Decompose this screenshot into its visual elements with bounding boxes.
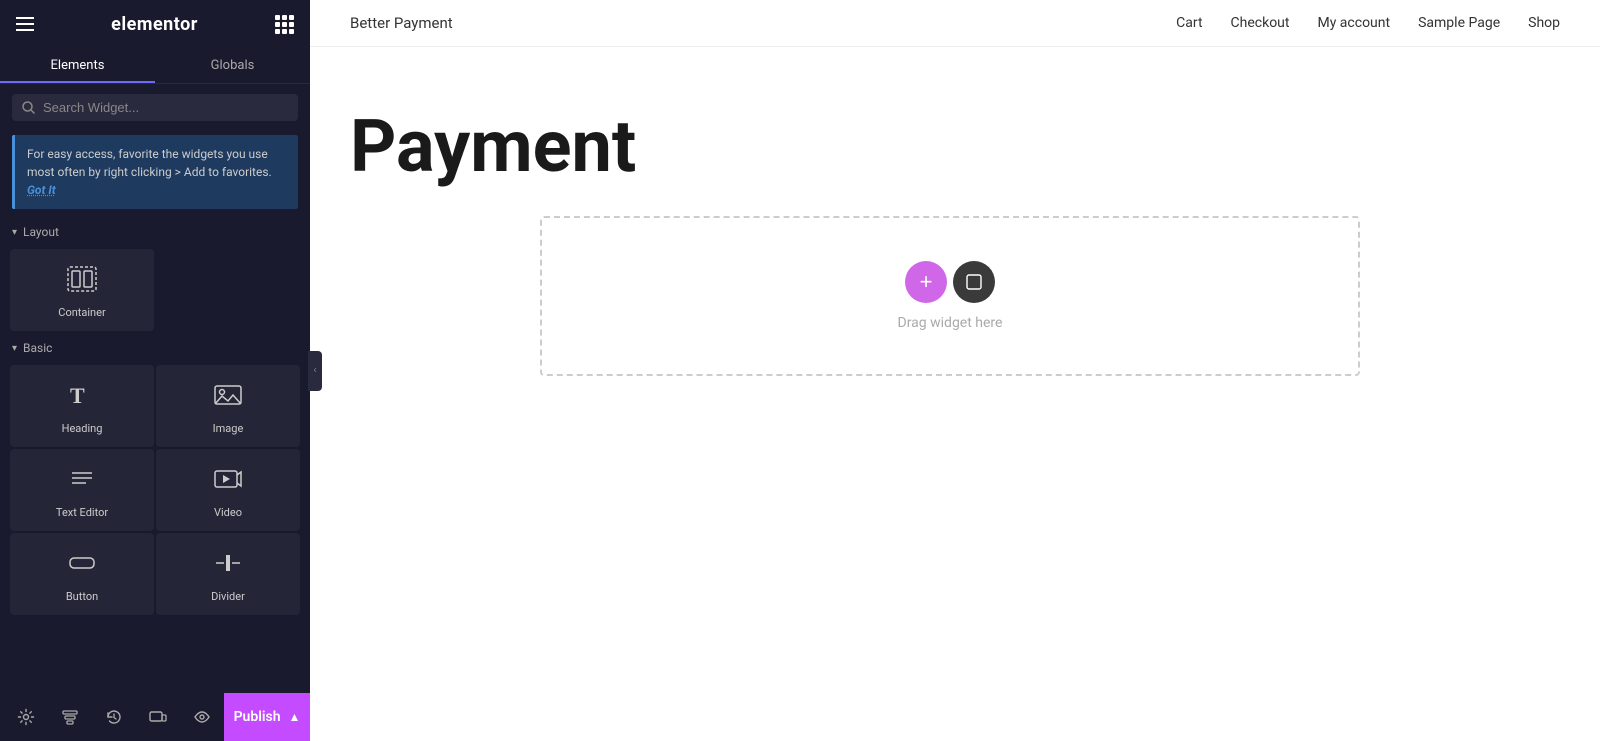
nav-link-myaccount[interactable]: My account	[1317, 15, 1390, 31]
layout-widget-grid: Container	[0, 247, 310, 333]
widget-container[interactable]: Container	[10, 249, 154, 331]
nav-links: Cart Checkout My account Sample Page Sho…	[1176, 15, 1560, 31]
nav-link-sample[interactable]: Sample Page	[1418, 15, 1500, 31]
apps-icon[interactable]	[275, 15, 294, 34]
page-content: Payment + Drag widget here	[310, 47, 1600, 741]
button-icon	[66, 549, 98, 582]
chevron-down-icon-basic: ▾	[12, 343, 17, 354]
container-icon	[66, 265, 98, 298]
elementor-logo: elementor	[111, 14, 198, 35]
widget-divider[interactable]: Divider	[156, 533, 300, 615]
widget-image[interactable]: Image	[156, 365, 300, 447]
section-label-layout: Layout	[23, 225, 59, 239]
publish-chevron-icon: ▲	[289, 710, 301, 724]
heading-icon: T	[66, 381, 98, 414]
widget-label-button: Button	[66, 590, 98, 603]
publish-button[interactable]: Publish ▲	[224, 693, 310, 741]
search-bar	[12, 94, 298, 121]
sidebar: elementor Elements Globals For easy acce…	[0, 0, 310, 741]
canvas-content: Better Payment Cart Checkout My account …	[310, 0, 1600, 741]
tab-globals[interactable]: Globals	[155, 48, 310, 83]
page-title: Payment	[350, 107, 1560, 186]
search-icon	[22, 101, 35, 114]
divider-icon	[212, 549, 244, 582]
widget-text-editor[interactable]: Text Editor	[10, 449, 154, 531]
canvas-area: Better Payment Cart Checkout My account …	[310, 0, 1600, 741]
widget-label-heading: Heading	[62, 422, 103, 435]
add-section-button[interactable]	[953, 261, 995, 303]
video-icon	[212, 465, 244, 498]
widget-heading[interactable]: T Heading	[10, 365, 154, 447]
tab-elements[interactable]: Elements	[0, 48, 155, 83]
tip-text: For easy access, favorite the widgets yo…	[27, 147, 272, 179]
image-icon	[212, 381, 244, 414]
site-nav: Better Payment Cart Checkout My account …	[310, 0, 1600, 47]
widget-label-container: Container	[58, 306, 105, 319]
widget-button[interactable]: Button	[10, 533, 154, 615]
section-header-layout[interactable]: ▾ Layout	[0, 217, 310, 247]
navigator-button[interactable]	[48, 693, 92, 741]
got-it-link[interactable]: Got It	[27, 183, 56, 197]
tip-banner: For easy access, favorite the widgets yo…	[12, 135, 298, 209]
sidebar-header: elementor	[0, 0, 310, 48]
preview-button[interactable]	[180, 693, 224, 741]
bottom-toolbar: Publish ▲	[0, 693, 310, 741]
sidebar-tabs: Elements Globals	[0, 48, 310, 84]
hamburger-icon[interactable]	[16, 17, 34, 31]
history-button[interactable]	[92, 693, 136, 741]
widget-label-image: Image	[213, 422, 244, 435]
section-label-basic: Basic	[23, 341, 52, 355]
toolbar-left	[0, 693, 224, 741]
search-input[interactable]	[43, 100, 288, 115]
widget-sections: ▾ Layout Container ▾	[0, 217, 310, 741]
text-editor-icon	[66, 465, 98, 498]
widget-label-video: Video	[214, 506, 242, 519]
widget-label-text-editor: Text Editor	[56, 506, 108, 519]
responsive-button[interactable]	[136, 693, 180, 741]
drop-zone-actions: +	[905, 261, 995, 303]
section-header-basic[interactable]: ▾ Basic	[0, 333, 310, 363]
main-layout: elementor Elements Globals For easy acce…	[0, 0, 1600, 741]
chevron-down-icon: ▾	[12, 227, 17, 238]
widget-label-divider: Divider	[211, 590, 245, 603]
basic-widget-grid: T Heading Image	[0, 363, 310, 617]
nav-link-shop[interactable]: Shop	[1528, 15, 1560, 31]
nav-link-cart[interactable]: Cart	[1176, 15, 1202, 31]
svg-text:T: T	[70, 383, 85, 408]
drop-hint: Drag widget here	[898, 315, 1003, 331]
site-logo: Better Payment	[350, 14, 453, 32]
add-widget-button[interactable]: +	[905, 261, 947, 303]
settings-button[interactable]	[4, 693, 48, 741]
publish-label: Publish	[234, 709, 281, 725]
sidebar-collapse-handle[interactable]: ‹	[308, 351, 322, 391]
drop-zone: + Drag widget here	[540, 216, 1360, 376]
nav-link-checkout[interactable]: Checkout	[1231, 15, 1290, 31]
widget-video[interactable]: Video	[156, 449, 300, 531]
